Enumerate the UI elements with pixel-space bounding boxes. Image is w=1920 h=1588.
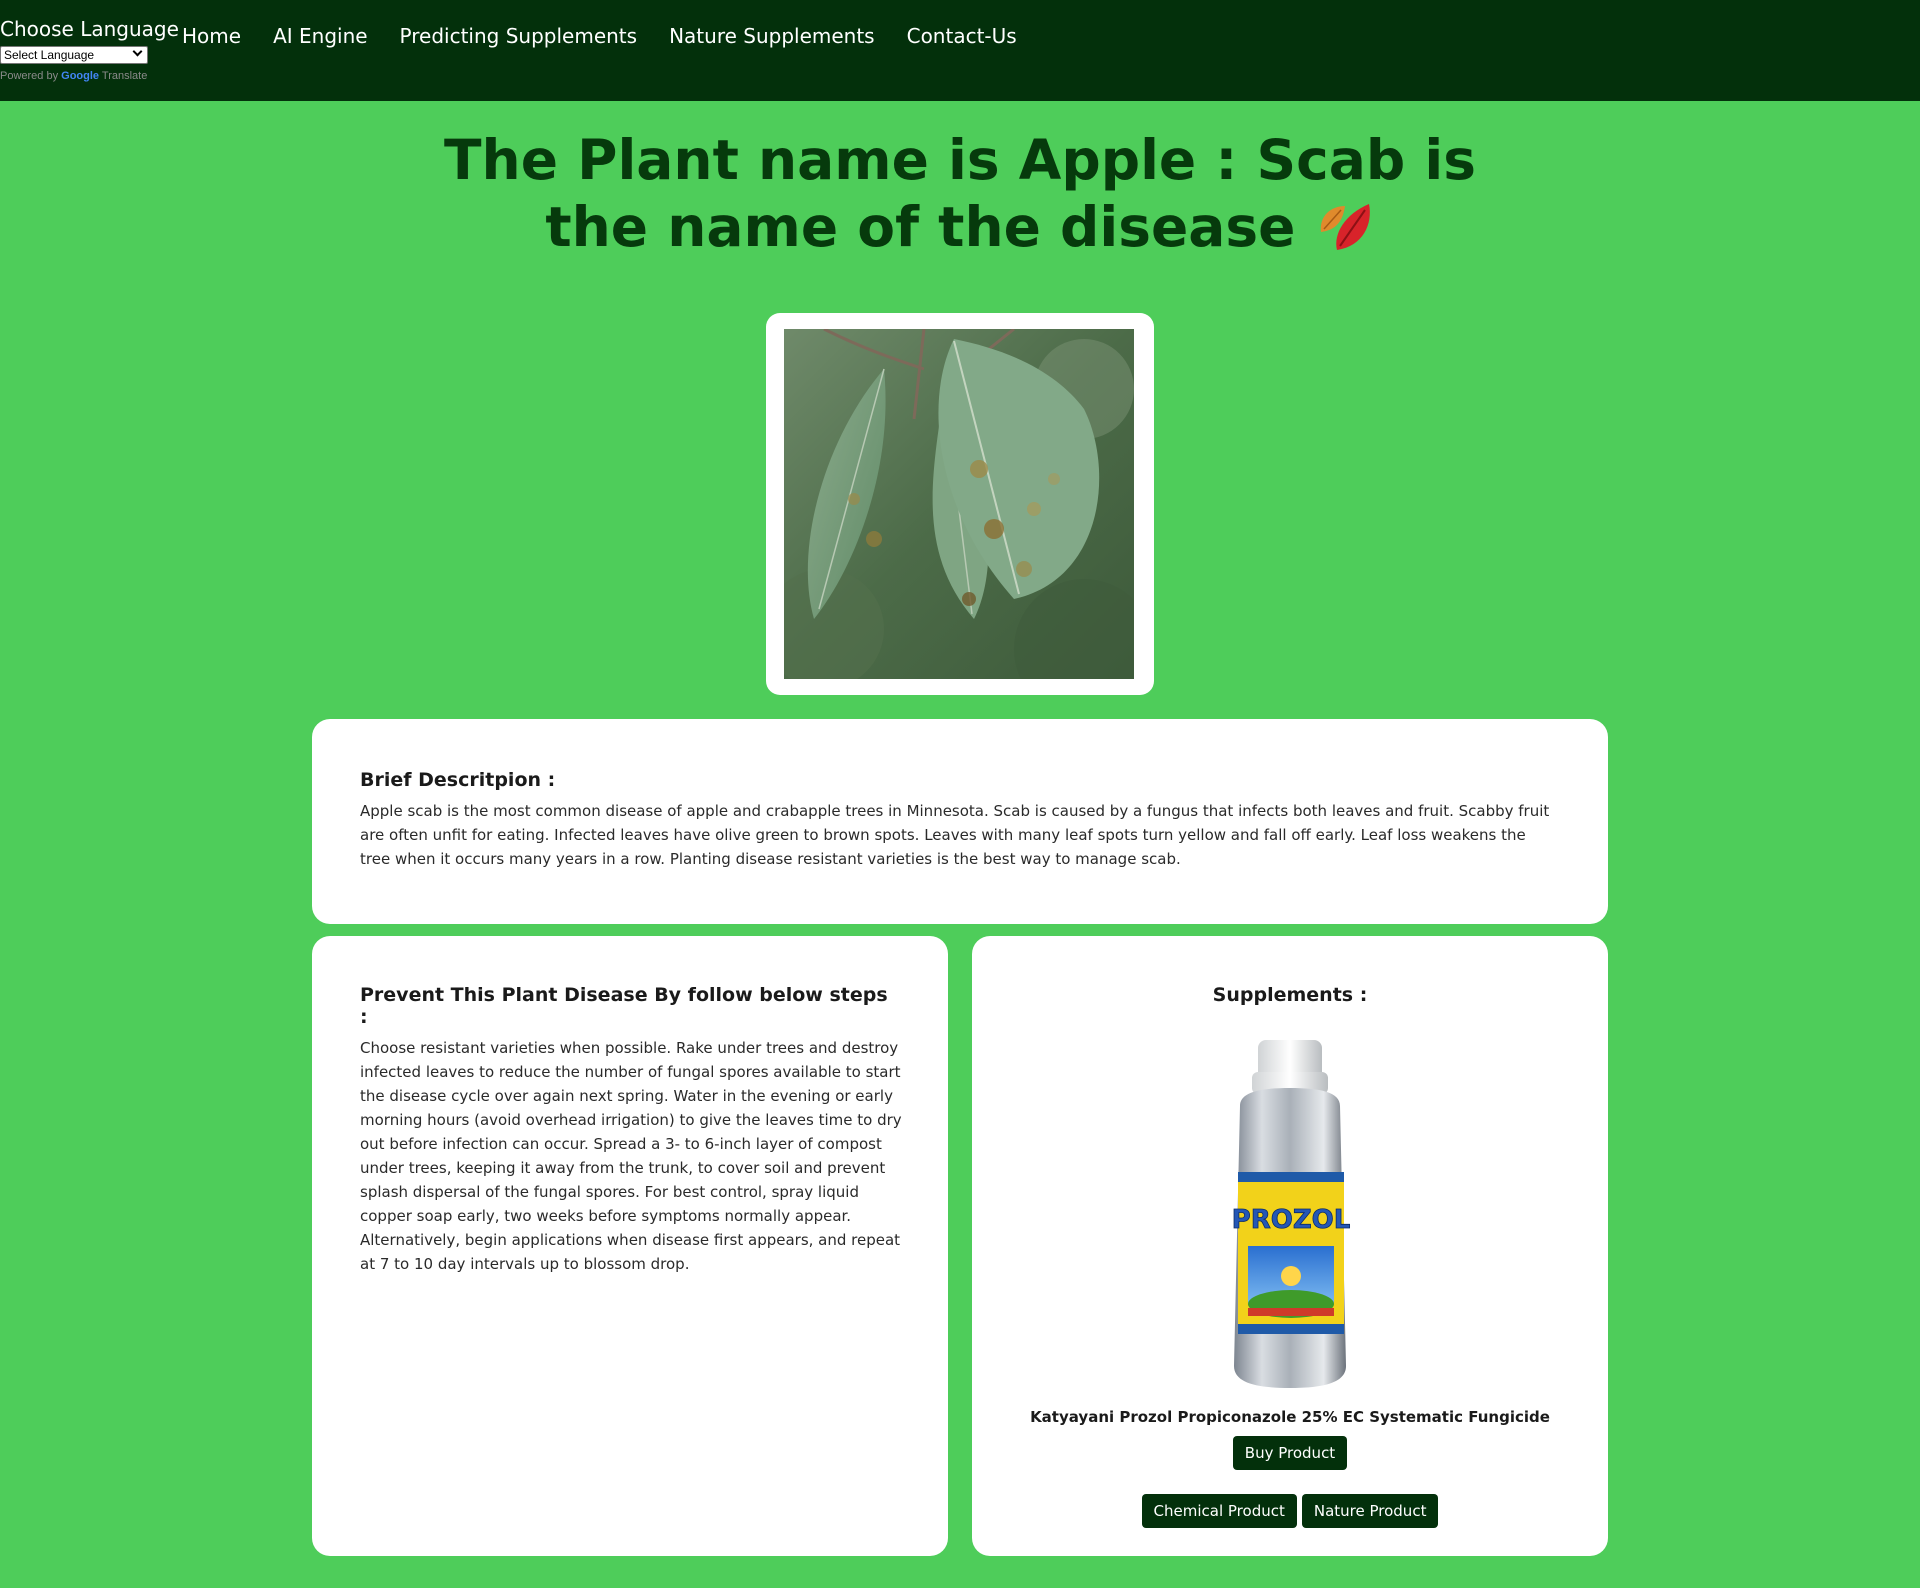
nav-link-ai-engine[interactable]: AI Engine (273, 24, 367, 48)
google-logo-text: Google (61, 70, 100, 82)
nav-links: Home AI Engine Predicting Supplements Na… (182, 24, 1049, 48)
translate-text: Translate (101, 70, 148, 82)
supplements-card: Supplements : PROZOL Katyayani Prozol Pr… (972, 936, 1608, 1556)
powered-by-google-translate[interactable]: Powered by Google Translate (0, 70, 170, 82)
prevention-text: Choose resistant varieties when possible… (360, 1039, 902, 1273)
fallen-leaf-icon (1320, 204, 1370, 250)
language-select[interactable]: Select Language (0, 46, 148, 64)
language-select-value: Select Language (4, 48, 95, 62)
bottle-label-text: PROZOL (1232, 1205, 1351, 1235)
product-image: PROZOL (1231, 1040, 1351, 1388)
buy-product-button[interactable]: Buy Product (1232, 1436, 1348, 1470)
product-type-buttons: Chemical Product Nature Product (1020, 1494, 1560, 1528)
nav-link-home[interactable]: Home (182, 24, 241, 48)
chevron-down-icon (132, 46, 143, 57)
powered-by-text: Powered by (0, 70, 59, 82)
top-navbar: Choose Language Select Language Powered … (0, 0, 1920, 101)
description-title: Brief Descritpion : (360, 769, 556, 791)
description-text: Apple scab is the most common disease of… (360, 802, 1550, 868)
nature-product-button[interactable]: Nature Product (1301, 1494, 1439, 1528)
plant-image-card (766, 313, 1154, 695)
page-title: The Plant name is Apple : Scab is the na… (430, 127, 1490, 261)
supplements-title: Supplements : (1212, 984, 1368, 1006)
prevention-card: Prevent This Plant Disease By follow bel… (312, 936, 948, 1556)
plant-leaf-photo (784, 329, 1134, 679)
product-name: Katyayani Prozol Propiconazole 25% EC Sy… (1030, 1408, 1550, 1426)
description-card: Brief Descritpion : Apple scab is the mo… (312, 719, 1608, 924)
prevention-title: Prevent This Plant Disease By follow bel… (360, 984, 888, 1028)
choose-language-label: Choose Language (0, 17, 179, 41)
language-widget: Choose Language Select Language Powered … (0, 16, 179, 82)
nav-link-contact-us[interactable]: Contact-Us (907, 24, 1017, 48)
nav-link-predicting-supplements[interactable]: Predicting Supplements (400, 24, 638, 48)
chemical-product-button[interactable]: Chemical Product (1141, 1494, 1297, 1528)
nav-link-nature-supplements[interactable]: Nature Supplements (669, 24, 875, 48)
